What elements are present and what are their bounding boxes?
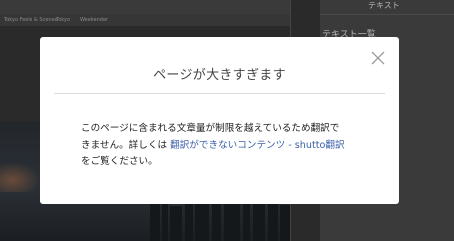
background-topbar [0,0,290,14]
message-line-3: をご覧ください。 [81,156,158,167]
dialog-title: ページが大きすぎます [153,68,286,83]
background-right-title: テキスト [368,1,400,10]
close-button[interactable] [371,51,385,65]
page-too-large-dialog: ページが大きすぎます このページに含まれる文章量が制限を越えているため翻訳で き… [40,37,399,204]
background-subnav-item: Tokyo Feels & Scenes [4,17,58,23]
background-subnav-item: Tokyo [56,17,70,23]
dialog-message: このページに含まれる文章量が制限を越えているため翻訳で きません。詳しくは 翻訳… [81,121,381,171]
close-icon[interactable] [371,51,385,65]
untranslatable-content-link[interactable]: 翻訳ができないコンテンツ - shutto翻訳 [170,140,344,151]
background-subnav: Tokyo Feels & Scenes Tokyo Weekender [0,14,290,26]
message-line-1: このページに含まれる文章量が制限を越えているため翻訳で [81,123,340,134]
dialog-divider [54,93,385,94]
message-line-2-text: きません。詳しくは [81,139,171,151]
message-line-2: きません。詳しくは 翻訳ができないコンテンツ - shutto翻訳 [81,138,381,155]
background-subnav-item: Weekender [80,17,109,23]
